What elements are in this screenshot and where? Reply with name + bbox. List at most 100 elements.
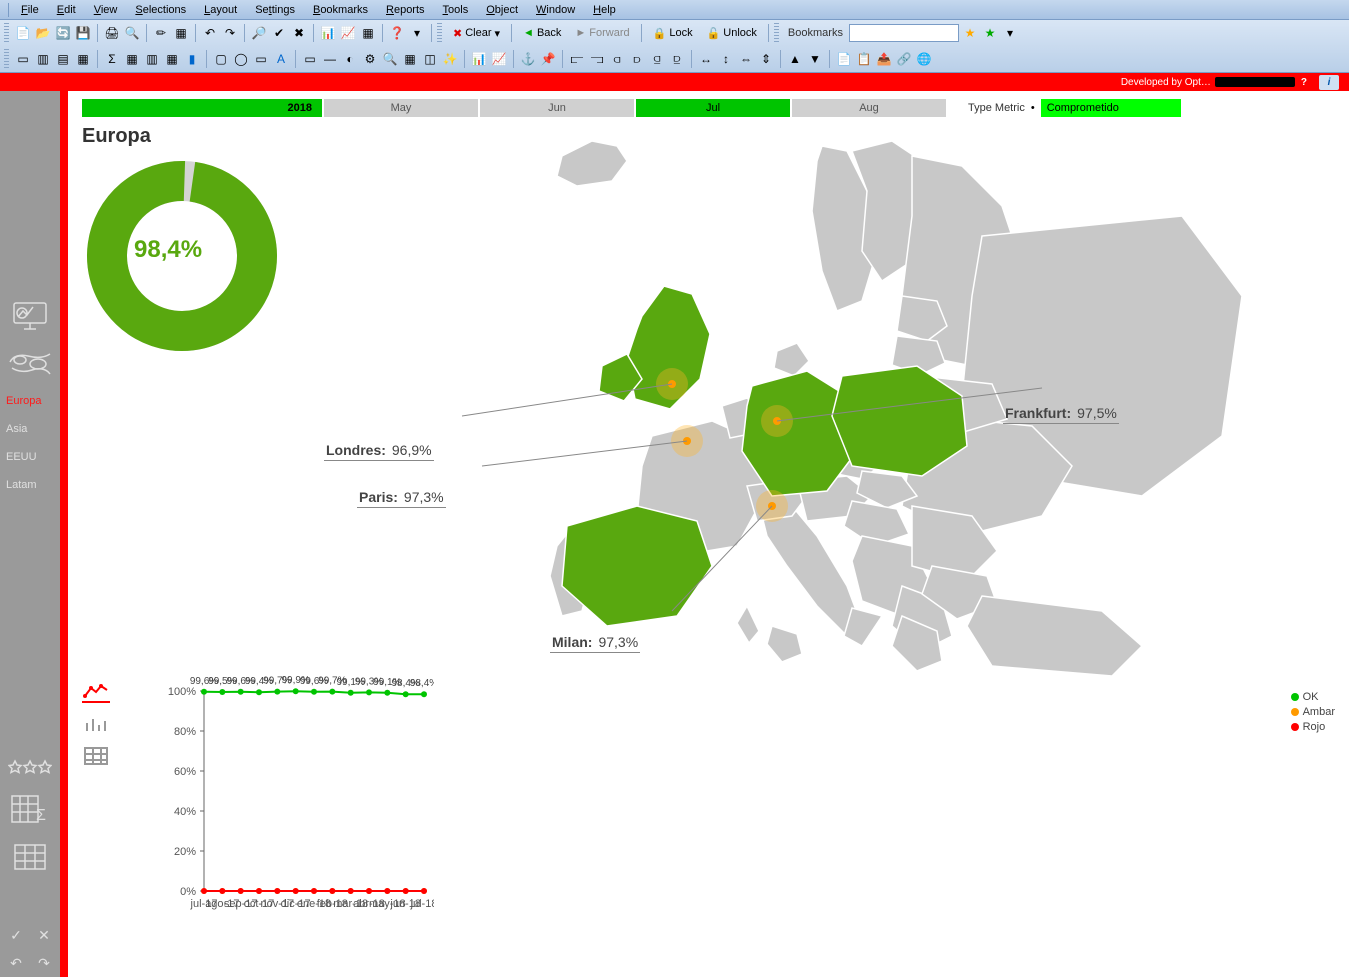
preview-icon[interactable]: 🔍 bbox=[123, 24, 141, 42]
tb2-circle-icon[interactable]: ◯ bbox=[232, 50, 250, 68]
table-icon[interactable] bbox=[8, 839, 52, 875]
tb2-4-icon[interactable]: ▦ bbox=[74, 50, 92, 68]
tb2-cal-icon[interactable]: ▥ bbox=[143, 50, 161, 68]
new-icon[interactable]: 📄 bbox=[14, 24, 32, 42]
tb2-2-icon[interactable]: ▥ bbox=[34, 50, 52, 68]
filter-year[interactable]: 2018 bbox=[82, 99, 322, 117]
refresh-icon[interactable]: 🔄 bbox=[54, 24, 72, 42]
tb2-btn-icon[interactable]: ▭ bbox=[301, 50, 319, 68]
chart-type-table-icon[interactable] bbox=[82, 745, 110, 767]
clear-button[interactable]: ✖Clear ▾ bbox=[447, 23, 506, 43]
tb2-chart1-icon[interactable]: 📊 bbox=[470, 50, 488, 68]
menu-window[interactable]: Window bbox=[528, 3, 583, 17]
align-right-icon[interactable]: ⫏ bbox=[608, 50, 626, 68]
undo2-icon[interactable]: ↶ bbox=[5, 953, 27, 973]
search-icon[interactable]: 🔎 bbox=[250, 24, 268, 42]
save-icon[interactable]: 💾 bbox=[74, 24, 92, 42]
menu-view[interactable]: View bbox=[86, 3, 126, 17]
tb2-slider-icon[interactable]: — bbox=[321, 50, 339, 68]
tb2-bar-icon[interactable]: ▮ bbox=[183, 50, 201, 68]
align-left-icon[interactable]: ⫍ bbox=[568, 50, 586, 68]
clear-sel-icon[interactable]: ✖ bbox=[290, 24, 308, 42]
dropdown-icon[interactable]: ▾ bbox=[408, 24, 426, 42]
bookmark-add-icon[interactable]: ★ bbox=[961, 24, 979, 42]
unlock-button[interactable]: 🔓Unlock bbox=[701, 23, 763, 43]
dist-h-icon[interactable]: ↔ bbox=[697, 50, 715, 68]
tb2-zoom-icon[interactable]: 🔍 bbox=[381, 50, 399, 68]
presentation-icon[interactable] bbox=[8, 297, 52, 333]
doc-icon[interactable]: 📄 bbox=[835, 50, 853, 68]
metric-value[interactable]: Comprometido bbox=[1041, 99, 1181, 117]
rail-item-asia[interactable]: Asia bbox=[0, 415, 60, 443]
chart-type-bar-icon[interactable] bbox=[82, 713, 110, 735]
tb2-rect-icon[interactable]: ▭ bbox=[252, 50, 270, 68]
lock-button[interactable]: 🔒Lock bbox=[647, 23, 699, 43]
help-icon[interactable]: ❓ bbox=[388, 24, 406, 42]
undo-icon[interactable]: ↶ bbox=[201, 24, 219, 42]
filter-month-may[interactable]: May bbox=[324, 99, 478, 117]
tb2-wizard-icon[interactable]: ✨ bbox=[441, 50, 459, 68]
help-circle-icon[interactable]: ? bbox=[1301, 77, 1307, 88]
align-top-icon[interactable]: ⫐ bbox=[628, 50, 646, 68]
table-icon[interactable]: ▦ bbox=[359, 24, 377, 42]
layout-icon[interactable]: ▦ bbox=[172, 24, 190, 42]
link-icon[interactable]: 🔗 bbox=[895, 50, 913, 68]
tb2-grid2-icon[interactable]: ▦ bbox=[401, 50, 419, 68]
menu-bookmarks[interactable]: Bookmarks bbox=[305, 3, 376, 17]
edit-icon[interactable]: ✏ bbox=[152, 24, 170, 42]
trend-chart[interactable]: 0%20%40%60%80%100%jul-17ago-17sep-17oct-… bbox=[134, 671, 434, 921]
redo-icon[interactable]: ↷ bbox=[221, 24, 239, 42]
rail-item-europa[interactable]: Europa bbox=[0, 387, 60, 415]
cancel-icon[interactable]: ✕ bbox=[33, 925, 55, 945]
redo2-icon[interactable]: ↷ bbox=[33, 953, 55, 973]
tb2-sum-icon[interactable]: Σ bbox=[103, 50, 121, 68]
web-icon[interactable]: 🌐 bbox=[915, 50, 933, 68]
align-mid-icon[interactable]: ⫑ bbox=[648, 50, 666, 68]
menu-help[interactable]: Help bbox=[585, 3, 624, 17]
tb2-grid-icon[interactable]: ▦ bbox=[123, 50, 141, 68]
menu-layout[interactable]: Layout bbox=[196, 3, 245, 17]
tb2-chart2-icon[interactable]: 📈 bbox=[490, 50, 508, 68]
menu-reports[interactable]: Reports bbox=[378, 3, 433, 17]
rail-item-latam[interactable]: Latam bbox=[0, 471, 60, 499]
align-bot-icon[interactable]: ⫒ bbox=[668, 50, 686, 68]
bookmark-dd-icon[interactable]: ▾ bbox=[1001, 24, 1019, 42]
layer-front-icon[interactable]: ▲ bbox=[786, 50, 804, 68]
forward-button[interactable]: ►Forward bbox=[569, 23, 635, 43]
filter-month-aug[interactable]: Aug bbox=[792, 99, 946, 117]
tb2-gear-icon[interactable]: ⚙ bbox=[361, 50, 379, 68]
chart2-icon[interactable]: 📈 bbox=[339, 24, 357, 42]
tb2-anchor-icon[interactable]: ⚓ bbox=[519, 50, 537, 68]
tb2-axis-icon[interactable]: ◫ bbox=[421, 50, 439, 68]
menu-file[interactable]: File bbox=[13, 3, 47, 17]
tb2-1-icon[interactable]: ▭ bbox=[14, 50, 32, 68]
align-center-icon[interactable]: ⫎ bbox=[588, 50, 606, 68]
layer-back-icon[interactable]: ▼ bbox=[806, 50, 824, 68]
menu-object[interactable]: Object bbox=[478, 3, 526, 17]
table-sum-icon[interactable]: Σ bbox=[8, 791, 52, 827]
space-h-icon[interactable]: ⇔ bbox=[737, 50, 755, 68]
stars-icon[interactable] bbox=[8, 757, 52, 779]
open-icon[interactable]: 📂 bbox=[34, 24, 52, 42]
rail-item-eeuu[interactable]: EEUU bbox=[0, 443, 60, 471]
menu-edit[interactable]: Edit bbox=[49, 3, 84, 17]
tb2-pivot-icon[interactable]: ▦ bbox=[163, 50, 181, 68]
export-icon[interactable]: 📤 bbox=[875, 50, 893, 68]
world-map-icon[interactable] bbox=[8, 345, 52, 381]
bookmarks-combo[interactable] bbox=[849, 24, 959, 42]
dist-v-icon[interactable]: ↕ bbox=[717, 50, 735, 68]
menu-settings[interactable]: Settings bbox=[247, 3, 303, 17]
menu-tools[interactable]: Tools bbox=[435, 3, 477, 17]
info-icon[interactable]: i bbox=[1319, 75, 1339, 90]
space-v-icon[interactable]: ⇕ bbox=[757, 50, 775, 68]
print-icon[interactable]: 🖨 bbox=[103, 24, 121, 42]
menu-selections[interactable]: Selections bbox=[127, 3, 194, 17]
tb2-3-icon[interactable]: ▤ bbox=[54, 50, 72, 68]
back-button[interactable]: ◄Back bbox=[517, 23, 567, 43]
bookmark-del-icon[interactable]: ★ bbox=[981, 24, 999, 42]
filter-month-jul[interactable]: Jul bbox=[636, 99, 790, 117]
filter-month-jun[interactable]: Jun bbox=[480, 99, 634, 117]
confirm-icon[interactable]: ✓ bbox=[5, 925, 27, 945]
chart-type-line-icon[interactable] bbox=[82, 681, 110, 703]
sheet-icon[interactable]: 📋 bbox=[855, 50, 873, 68]
